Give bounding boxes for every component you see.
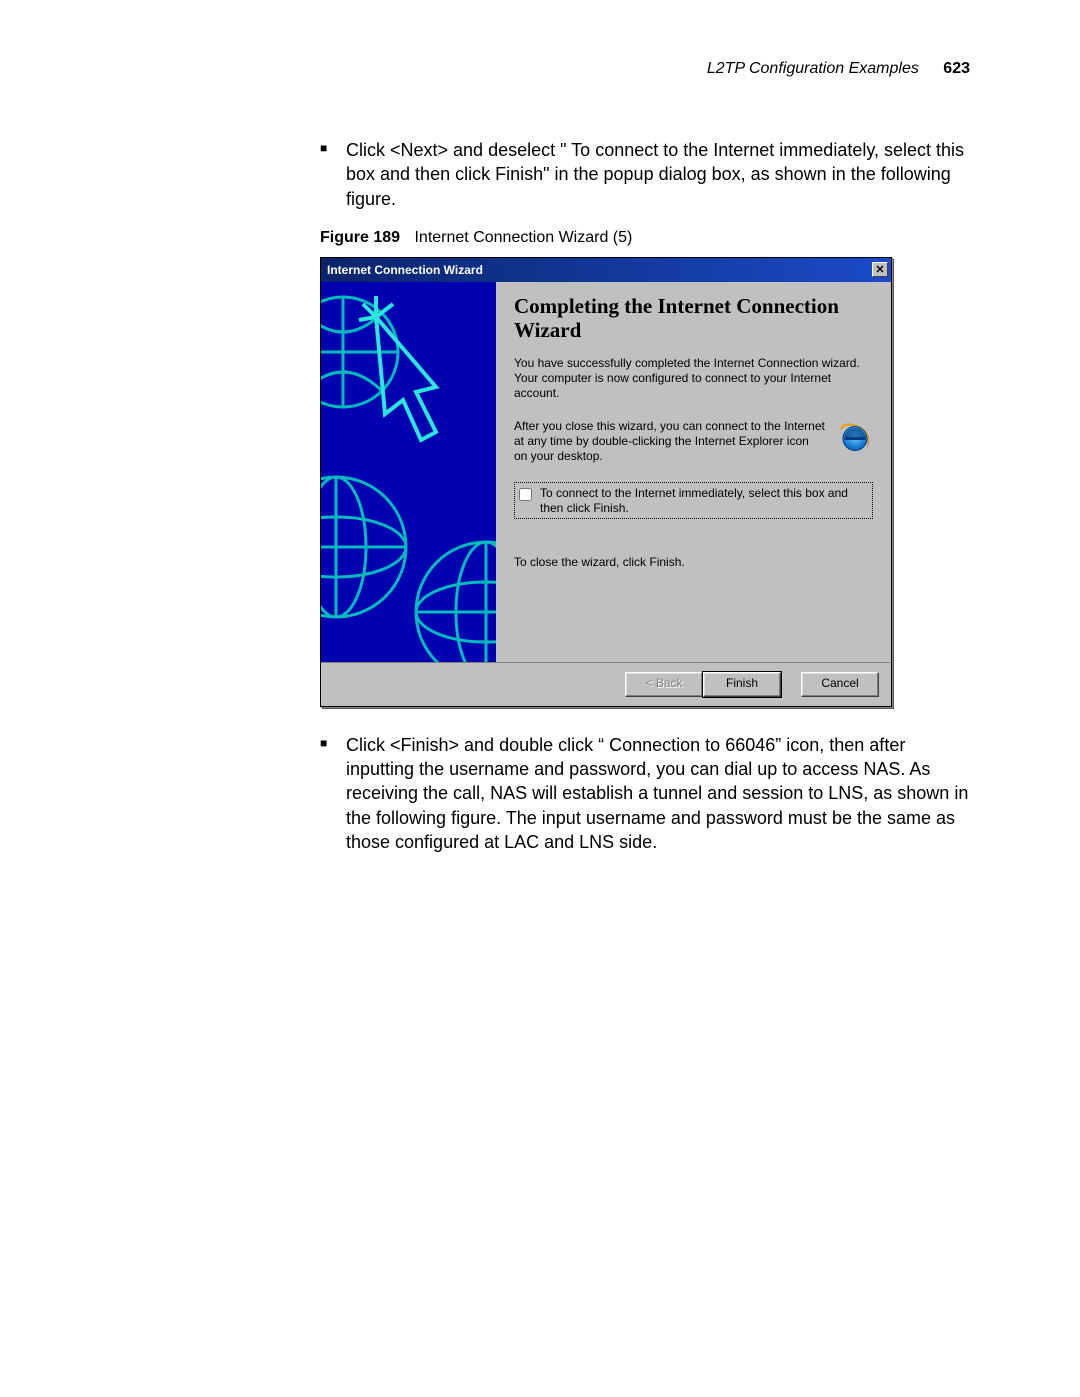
instruction-item-1: Click <Next> and deselect " To connect t… (320, 138, 970, 211)
connect-immediately-row[interactable]: To connect to the Internet immediately, … (514, 482, 873, 519)
finish-button[interactable]: Finish (703, 672, 781, 697)
wizard-heading: Completing the Internet Connection Wizar… (514, 294, 873, 342)
figure-caption: Figure 189 Internet Connection Wizard (5… (110, 229, 970, 247)
wizard-success-text: You have successfully completed the Inte… (514, 356, 873, 401)
figure-label: Figure 189 (320, 229, 400, 246)
close-button[interactable]: ✕ (872, 262, 888, 277)
running-header: L2TP Configuration Examples 623 (110, 60, 970, 78)
header-page-number: 623 (943, 60, 970, 77)
dialog-button-bar: < Back Finish Cancel (321, 662, 891, 706)
wizard-banner-graphic (321, 282, 496, 662)
internet-explorer-icon (837, 419, 873, 455)
instruction-item-2: Click <Finish> and double click “ Connec… (320, 733, 970, 854)
connect-immediately-checkbox[interactable] (519, 488, 532, 501)
wizard-content: Completing the Internet Connection Wizar… (496, 282, 891, 662)
back-button: < Back (625, 672, 703, 697)
cancel-button[interactable]: Cancel (801, 672, 879, 697)
document-page: L2TP Configuration Examples 623 Click <N… (0, 0, 1080, 1397)
connect-immediately-label: To connect to the Internet immediately, … (540, 486, 868, 515)
wizard-after-close-row: After you close this wizard, you can con… (514, 419, 873, 464)
dialog-title: Internet Connection Wizard (327, 263, 483, 277)
close-icon: ✕ (875, 263, 884, 276)
wizard-dialog: Internet Connection Wizard ✕ (320, 257, 892, 707)
wizard-after-close-text: After you close this wizard, you can con… (514, 419, 825, 464)
instruction-list: Click <Next> and deselect " To connect t… (110, 138, 970, 211)
wizard-side-banner (321, 282, 496, 662)
dialog-titlebar[interactable]: Internet Connection Wizard ✕ (321, 258, 891, 282)
instruction-list-2: Click <Finish> and double click “ Connec… (110, 733, 970, 854)
figure-title: Internet Connection Wizard (5) (414, 229, 632, 246)
wizard-close-hint: To close the wizard, click Finish. (514, 555, 873, 569)
back-finish-group: < Back Finish (625, 672, 781, 697)
header-section-title: L2TP Configuration Examples (707, 60, 919, 77)
dialog-body: Completing the Internet Connection Wizar… (321, 282, 891, 662)
